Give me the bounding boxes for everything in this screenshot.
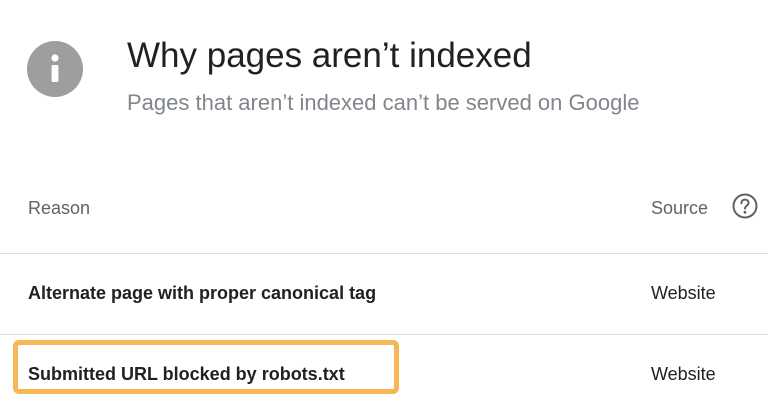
page-indexing-panel: Why pages aren’t indexed Pages that aren…	[0, 0, 768, 410]
table-header: Reason Source	[0, 177, 768, 254]
source-cell: Website	[651, 364, 716, 384]
column-header-source[interactable]: Source	[651, 196, 708, 220]
reason-cell: Submitted URL blocked by robots.txt	[28, 364, 345, 384]
source-cell: Website	[651, 283, 716, 303]
table-row[interactable]: Submitted URL blocked by robots.txt Webs…	[0, 335, 768, 410]
column-header-reason[interactable]: Reason	[28, 196, 90, 220]
table-row[interactable]: Alternate page with proper canonical tag…	[0, 254, 768, 335]
reason-cell: Alternate page with proper canonical tag	[28, 283, 377, 303]
help-icon[interactable]	[732, 193, 758, 219]
info-icon	[27, 41, 83, 97]
page-subtitle: Pages that aren’t indexed can’t be serve…	[127, 90, 640, 115]
page-title: Why pages aren’t indexed	[127, 36, 532, 75]
